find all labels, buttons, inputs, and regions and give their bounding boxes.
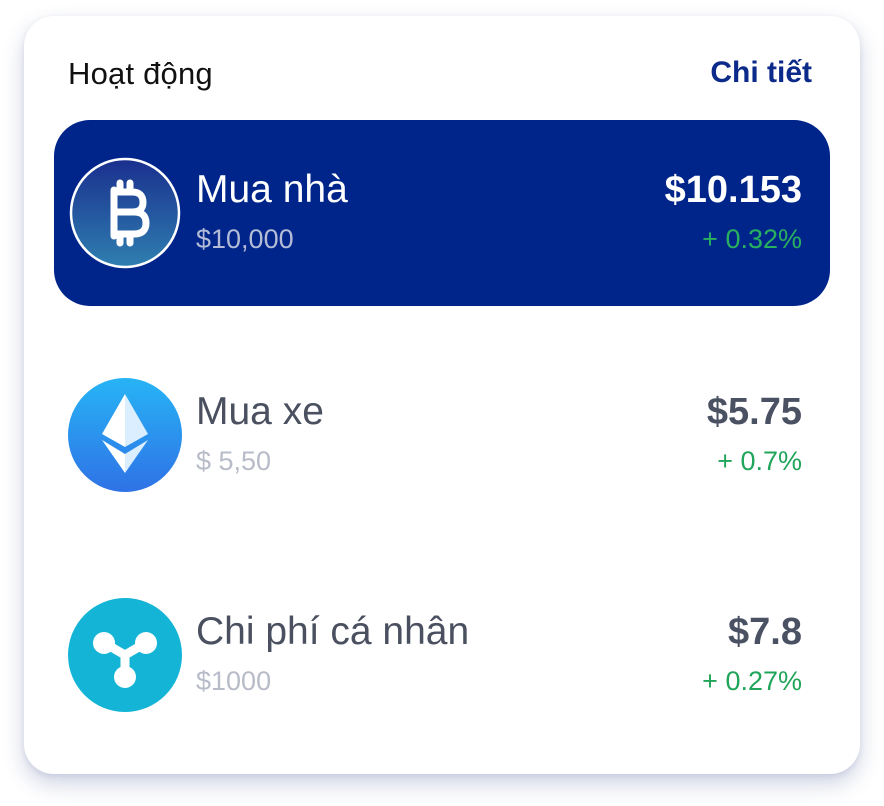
details-link[interactable]: Chi tiết — [710, 56, 812, 90]
item-name: Chi phí cá nhân — [196, 610, 470, 653]
item-change: + 0.32% — [702, 224, 802, 254]
activity-card: Hoạt động Chi tiết Mua nhà $10,000 $10.1… — [24, 16, 860, 774]
item-name: Mua xe — [196, 390, 324, 433]
item-name: Mua nhà — [196, 168, 348, 211]
ethereum-icon — [68, 378, 182, 492]
bitcoin-icon — [68, 156, 182, 270]
activity-item-mua-nha[interactable]: Mua nhà $10,000 $10.153 + 0.32% — [54, 120, 830, 306]
activity-item-mua-xe[interactable]: Mua xe $ 5,50 $5.75 + 0.7% — [54, 342, 830, 528]
item-change: + 0.27% — [702, 666, 802, 696]
item-price: $5.75 — [706, 391, 802, 433]
activity-item-chi-phi-ca-nhan[interactable]: Chi phí cá nhân $1000 $7.8 + 0.27% — [54, 562, 830, 748]
item-price: $10.153 — [664, 169, 802, 211]
item-amount: $ 5,50 — [196, 446, 272, 476]
item-price: $7.8 — [728, 611, 802, 653]
item-change: + 0.7% — [717, 446, 802, 476]
item-amount: $10,000 — [196, 224, 294, 254]
item-amount: $1000 — [196, 666, 272, 696]
ripple-icon — [68, 598, 182, 712]
card-title: Hoạt động — [68, 56, 213, 91]
